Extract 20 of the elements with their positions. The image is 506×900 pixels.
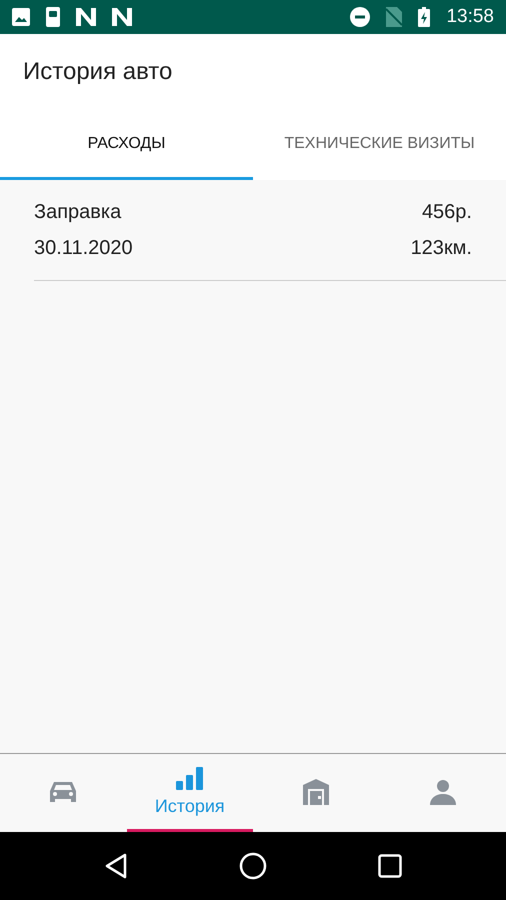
n-logo-icon <box>76 8 96 26</box>
n-logo-icon <box>112 8 132 26</box>
entry-name: Заправка <box>34 200 122 225</box>
home-icon[interactable] <box>238 852 267 880</box>
back-icon[interactable] <box>104 853 128 879</box>
no-sim-icon <box>386 7 402 27</box>
garage-icon <box>303 778 330 804</box>
bar-chart-icon <box>176 766 204 790</box>
battery-charging-icon <box>418 7 430 27</box>
entry-mileage: 123км. <box>410 236 472 261</box>
entry-amount: 456р. <box>422 200 472 225</box>
car-icon <box>48 780 78 804</box>
screen-title: История авто <box>23 57 172 87</box>
do-not-disturb-icon <box>350 7 370 27</box>
image-icon <box>12 8 30 26</box>
entry-date: 30.11.2020 <box>34 236 133 261</box>
recents-icon[interactable] <box>378 854 402 878</box>
clock-time: 13:58 <box>446 4 494 29</box>
person-icon <box>430 778 456 804</box>
car-app-icon <box>46 7 60 27</box>
